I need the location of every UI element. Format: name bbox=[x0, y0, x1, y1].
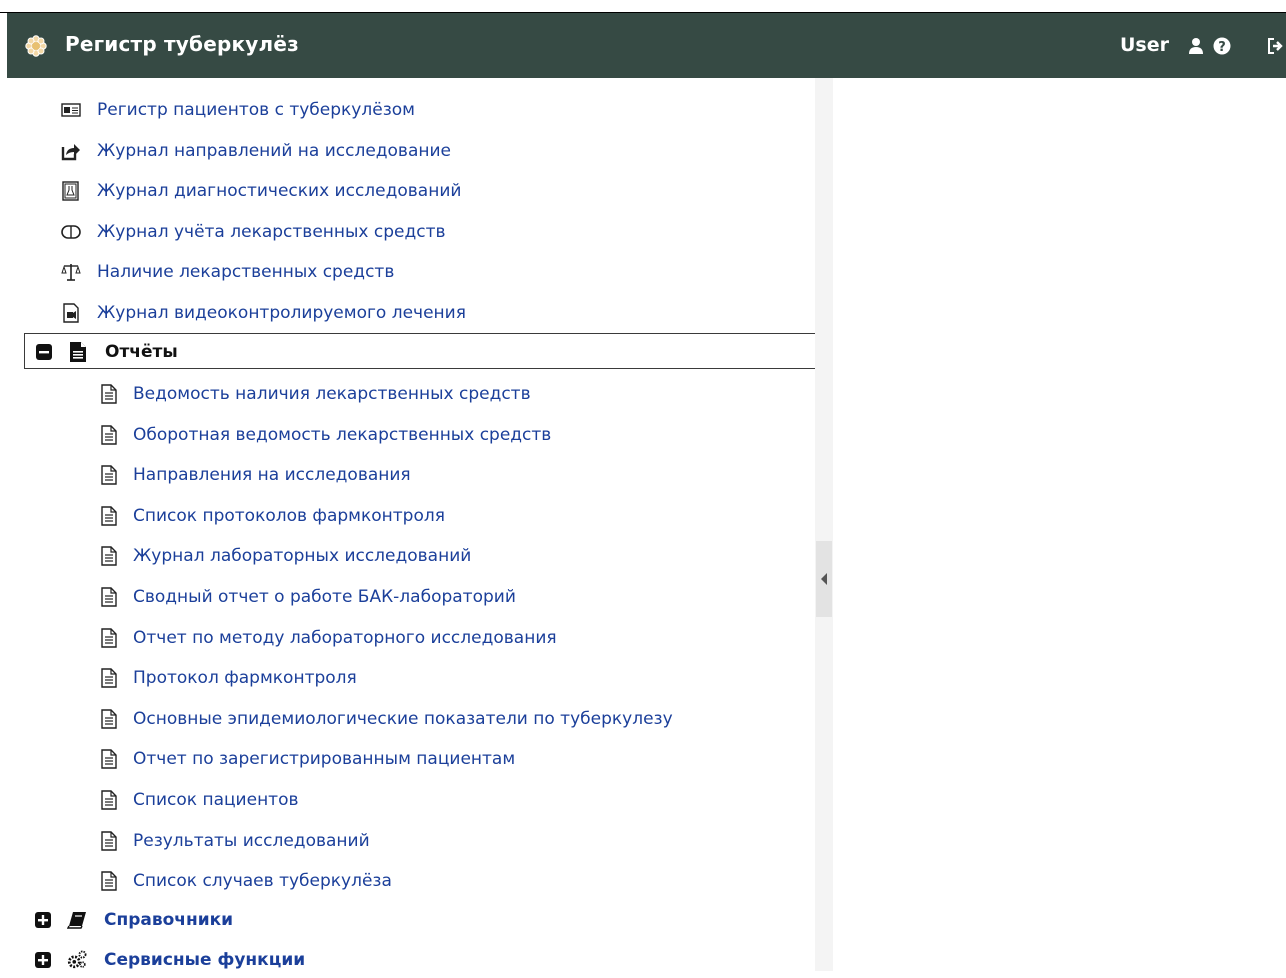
document-lines-icon bbox=[101, 668, 117, 688]
report-item-label: Ведомость наличия лекарственных средств bbox=[133, 384, 531, 404]
document-lines-icon bbox=[101, 790, 117, 810]
report-item-label: Результаты исследований bbox=[133, 830, 370, 851]
report-item-label: Отчет по методу лабораторного исследован… bbox=[133, 627, 557, 648]
menu-group-directories[interactable]: Справочники bbox=[24, 902, 820, 938]
menu-group-service-functions[interactable]: Сервисные функции bbox=[24, 942, 820, 978]
share-icon bbox=[61, 144, 80, 161]
logout-icon[interactable] bbox=[1266, 36, 1286, 56]
menu-item-label: Журнал учёта лекарственных средств bbox=[97, 222, 446, 242]
report-item-label: Список случаев туберкулёза bbox=[133, 871, 392, 892]
document-lines-icon bbox=[101, 871, 117, 891]
app-header: Регистр туберкулёз User ? bbox=[0, 0, 1286, 78]
collapse-panel-button[interactable] bbox=[816, 541, 832, 617]
report-item-label: Протокол фармконтроля bbox=[133, 668, 357, 689]
menu-group-label: Отчёты bbox=[105, 342, 178, 362]
document-lines-icon bbox=[101, 627, 117, 648]
report-item-label: Журнал лабораторных исследований bbox=[133, 546, 472, 567]
document-lines-icon bbox=[101, 506, 117, 526]
menu-item-label: Наличие лекарственных средств bbox=[97, 262, 395, 282]
menu-group-reports[interactable]: Отчёты bbox=[24, 333, 820, 369]
document-icon bbox=[70, 342, 86, 362]
report-item-label: Список протоколов фармконтроля bbox=[133, 505, 445, 526]
report-item-label: Направления на исследования bbox=[133, 465, 411, 486]
pill-capsule-icon bbox=[61, 225, 81, 239]
lab-flask-icon bbox=[62, 181, 79, 201]
scales-icon bbox=[61, 264, 81, 281]
help-icon[interactable]: ? bbox=[1212, 36, 1232, 56]
video-file-icon bbox=[63, 303, 79, 323]
menu-item-label: Журнал направлений на исследование bbox=[97, 141, 451, 161]
document-lines-icon bbox=[101, 749, 117, 770]
report-item-label: Оборотная ведомость лекарственных средст… bbox=[133, 424, 552, 445]
document-lines-icon bbox=[101, 709, 117, 729]
navigation-tree: Регистр пациентов с туберкулёзом Журнал … bbox=[7, 78, 820, 971]
document-lines-icon bbox=[101, 546, 117, 567]
book-icon bbox=[67, 912, 86, 929]
flower-logo-icon bbox=[25, 35, 47, 57]
document-lines-icon bbox=[101, 465, 117, 485]
caret-left-icon bbox=[821, 573, 827, 585]
report-item-label: Сводный отчет о работе БАК-лабораторий bbox=[133, 587, 516, 607]
id-card-icon bbox=[61, 103, 81, 117]
report-item-label: Основные эпидемиологические показатели п… bbox=[133, 708, 673, 729]
document-lines-icon bbox=[101, 384, 117, 404]
collapse-minus-icon[interactable] bbox=[36, 344, 52, 360]
menu-item-label: Журнал видеоконтролируемого лечения bbox=[97, 303, 466, 323]
user-name[interactable]: User bbox=[1120, 34, 1169, 56]
app-title[interactable]: Регистр туберкулёз bbox=[65, 32, 299, 56]
document-lines-icon bbox=[101, 424, 117, 445]
report-item-label: Отчет по зарегистрированным пациентам bbox=[133, 749, 516, 770]
document-lines-icon bbox=[101, 587, 117, 607]
expand-plus-icon[interactable] bbox=[35, 952, 51, 968]
menu-item-label: Журнал диагностических исследований bbox=[97, 181, 462, 201]
gears-icon bbox=[67, 950, 87, 969]
menu-group-label: Справочники bbox=[104, 910, 234, 930]
menu-item-label: Регистр пациентов с туберкулёзом bbox=[97, 100, 415, 120]
user-icon[interactable] bbox=[1186, 36, 1206, 56]
document-lines-icon bbox=[101, 830, 117, 851]
svg-text:?: ? bbox=[1218, 40, 1226, 55]
panel-splitter[interactable] bbox=[815, 78, 833, 971]
expand-plus-icon[interactable] bbox=[35, 912, 51, 928]
report-item-label: Список пациентов bbox=[133, 790, 299, 810]
menu-group-label: Сервисные функции bbox=[104, 950, 306, 970]
